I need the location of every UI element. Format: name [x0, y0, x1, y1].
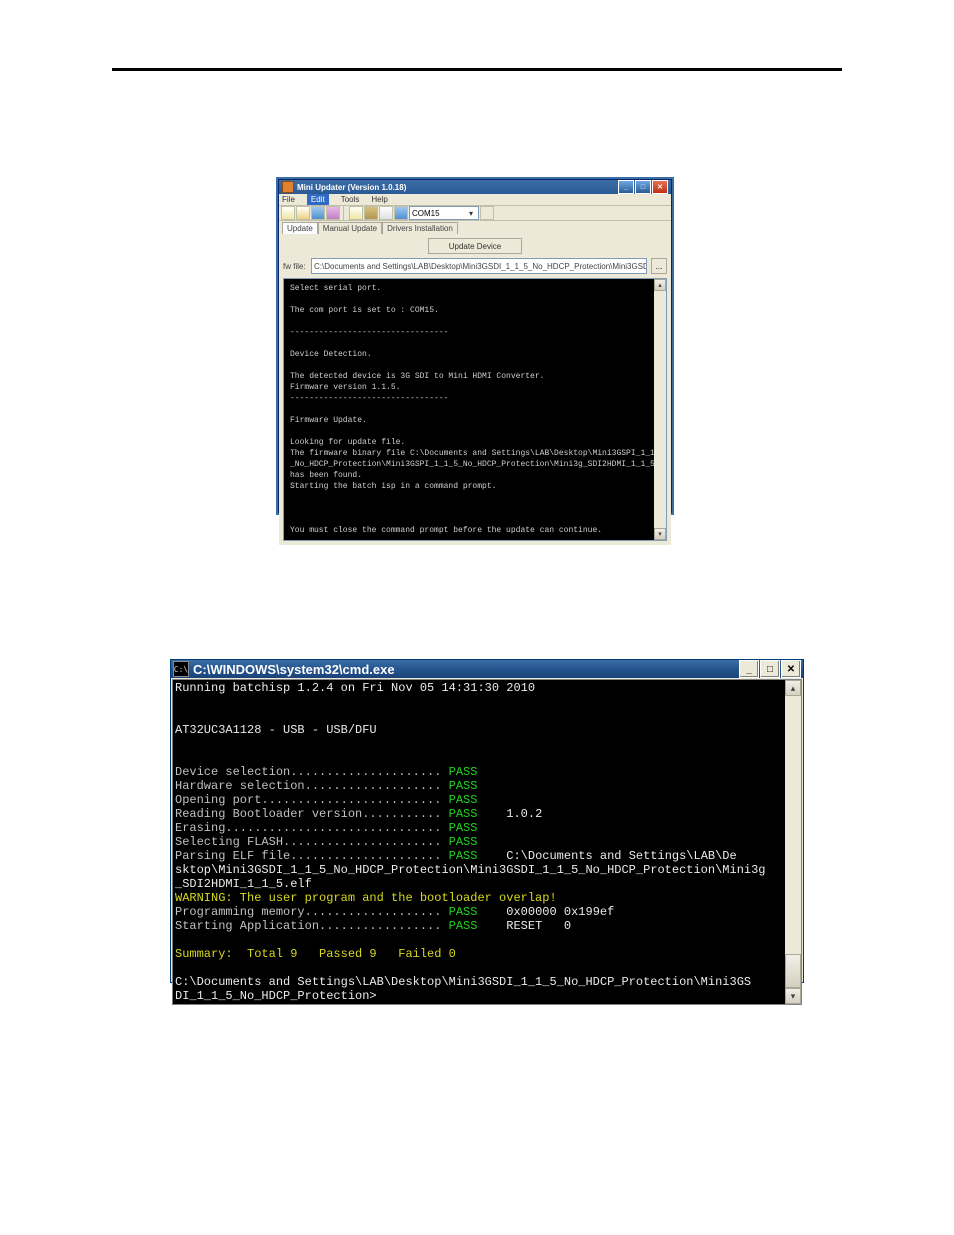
com-port-select[interactable]: COM15 ▾ — [409, 206, 479, 220]
maximize-button[interactable]: □ — [635, 180, 651, 194]
scroll-thumb[interactable] — [785, 954, 801, 988]
cmd-minimize-button[interactable]: _ — [739, 660, 759, 678]
close-button[interactable]: ✕ — [652, 180, 668, 194]
menu-file[interactable]: File — [282, 195, 295, 204]
updater-frame: Mini Updater (Version 1.0.18) _ □ ✕ File… — [278, 179, 672, 513]
toolbar-refresh-icon[interactable] — [394, 206, 408, 220]
app-icon — [282, 181, 294, 193]
toolbar-save-icon[interactable] — [311, 206, 325, 220]
cmd-close-button[interactable]: ✕ — [781, 660, 801, 678]
fw-file-label: fw file: — [283, 262, 307, 271]
tab-update[interactable]: Update — [282, 222, 318, 234]
tabstrip: Update Manual Update Drivers Installatio… — [279, 221, 671, 234]
scroll-down-icon[interactable]: ▾ — [654, 528, 666, 540]
fw-file-path-input[interactable]: C:\Documents and Settings\LAB\Desktop\Mi… — [311, 258, 647, 274]
com-port-value: COM15 — [412, 209, 440, 218]
cmd-body: Running batchisp 1.2.4 on Fri Nov 05 14:… — [172, 679, 802, 1005]
minimize-button[interactable]: _ — [618, 180, 634, 194]
console-wrap: Select serial port. The com port is set … — [283, 278, 667, 541]
chevron-down-icon: ▾ — [466, 209, 476, 218]
toolbar-saveall-icon[interactable] — [326, 206, 340, 220]
cmd-maximize-button[interactable]: □ — [760, 660, 780, 678]
browse-button[interactable]: ... — [651, 258, 667, 274]
cmd-title: C:\WINDOWS\system32\cmd.exe — [193, 662, 738, 677]
menu-help[interactable]: Help — [371, 195, 387, 204]
top-controls: Update Device fw file: C:\Documents and … — [283, 238, 667, 274]
updater-body: Update Device fw file: C:\Documents and … — [279, 234, 671, 545]
toolbar-new-icon[interactable] — [281, 206, 295, 220]
tab-drivers-installation[interactable]: Drivers Installation — [382, 222, 458, 234]
cmd-window: C:\ C:\WINDOWS\system32\cmd.exe _ □ ✕ Ru… — [170, 659, 804, 983]
cmd-icon: C:\ — [173, 661, 189, 677]
updater-window: Mini Updater (Version 1.0.18) _ □ ✕ File… — [276, 177, 674, 515]
page: Mini Updater (Version 1.0.18) _ □ ✕ File… — [0, 0, 954, 1235]
window-title: Mini Updater (Version 1.0.18) — [297, 183, 617, 192]
toolbar: COM15 ▾ — [279, 206, 671, 221]
toolbar-open-icon[interactable] — [296, 206, 310, 220]
update-device-button[interactable]: Update Device — [428, 238, 522, 254]
toolbar-extra-icon[interactable] — [480, 206, 494, 220]
cmd-titlebar: C:\ C:\WINDOWS\system32\cmd.exe _ □ ✕ — [171, 660, 803, 678]
console-scrollbar[interactable]: ▴ ▾ — [654, 279, 666, 540]
fw-file-row: fw file: C:\Documents and Settings\LAB\D… — [283, 258, 667, 274]
divider — [112, 68, 842, 71]
toolbar-cut-icon[interactable] — [349, 206, 363, 220]
toolbar-separator — [343, 206, 346, 220]
cmd-scrollbar[interactable]: ▴ ▾ — [785, 680, 801, 1004]
cmd-output: Running batchisp 1.2.4 on Fri Nov 05 14:… — [173, 680, 785, 1004]
scroll-up-icon[interactable]: ▴ — [785, 680, 801, 696]
tab-manual-update[interactable]: Manual Update — [318, 222, 382, 234]
menu-tools[interactable]: Tools — [341, 195, 360, 204]
menu-edit[interactable]: Edit — [307, 194, 329, 205]
scroll-up-icon[interactable]: ▴ — [654, 279, 666, 291]
updater-titlebar: Mini Updater (Version 1.0.18) _ □ ✕ — [279, 180, 671, 194]
scroll-down-icon[interactable]: ▾ — [785, 988, 801, 1004]
scroll-track-top[interactable] — [785, 696, 801, 954]
menubar: File Edit Tools Help — [279, 194, 671, 206]
toolbar-paste-icon[interactable] — [379, 206, 393, 220]
toolbar-copy-icon[interactable] — [364, 206, 378, 220]
scroll-track[interactable] — [654, 291, 666, 528]
console-output: Select serial port. The com port is set … — [284, 279, 654, 540]
